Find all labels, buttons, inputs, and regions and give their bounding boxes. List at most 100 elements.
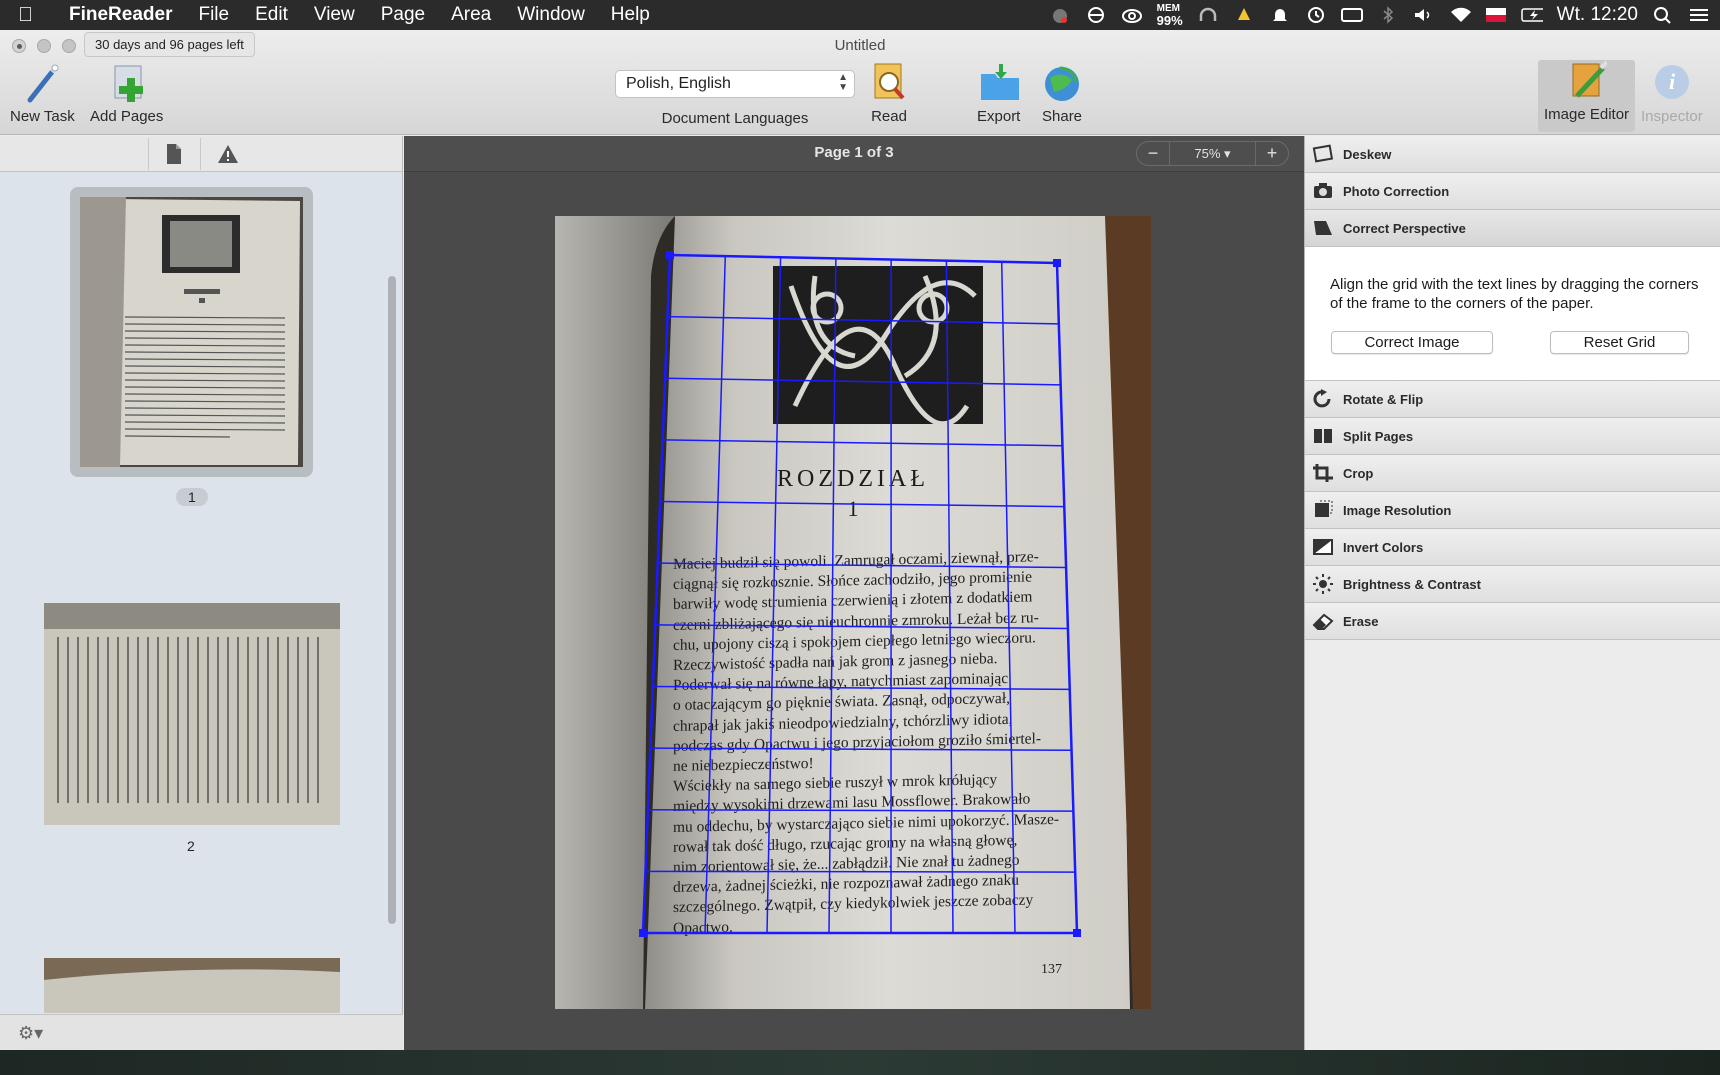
notification-bell-yellow-icon[interactable] (1233, 6, 1255, 24)
pages-panel-toolbar (0, 136, 402, 172)
battery-icon[interactable] (1520, 6, 1543, 24)
zoom-level-select[interactable]: 75% ▾ (1169, 142, 1256, 165)
new-task-button[interactable]: New Task (10, 62, 75, 125)
page-2-image (44, 603, 340, 825)
inspector-button[interactable]: i Inspector (1641, 62, 1703, 125)
menu-edit[interactable]: Edit (242, 4, 301, 26)
tool-image-resolution[interactable]: Image Resolution (1305, 492, 1720, 529)
add-pages-button[interactable]: Add Pages (90, 62, 163, 125)
tool-deskew[interactable]: Deskew (1305, 136, 1720, 173)
page-thumbnail-1[interactable] (70, 187, 313, 477)
menu-app[interactable]: FineReader (56, 4, 185, 26)
grid-line-vertical (828, 258, 837, 934)
warning-icon[interactable] (216, 142, 240, 166)
grid-corner-top-left[interactable] (666, 251, 674, 259)
share-button[interactable]: Share (1042, 62, 1082, 125)
zoom-in-button[interactable]: + (1256, 143, 1288, 164)
correct-image-button[interactable]: Correct Image (1331, 331, 1493, 354)
read-icon (869, 62, 909, 104)
divider (200, 138, 201, 170)
page-number-1: 1 (176, 488, 208, 506)
memory-label: MEM (1156, 2, 1180, 14)
page-3-image (44, 958, 340, 1013)
menu-clock[interactable]: Wt. 12:20 (1557, 4, 1638, 26)
finereader-window: 30 days and 96 pages left Untitled New T… (0, 30, 1720, 1050)
tool-split-pages-label: Split Pages (1343, 428, 1414, 444)
grid-line-horizontal (650, 747, 1072, 752)
menu-file[interactable]: File (185, 4, 242, 26)
reset-grid-button[interactable]: Reset Grid (1550, 331, 1689, 354)
bell-icon[interactable] (1269, 6, 1291, 24)
tool-correct-perspective[interactable]: Correct Perspective (1305, 210, 1720, 247)
zoom-control: − 75% ▾ + (1136, 141, 1289, 166)
grid-corner-top-right[interactable] (1053, 259, 1061, 267)
correct-perspective-options: Align the grid with the text lines by dr… (1305, 247, 1720, 381)
page-view-icon[interactable] (162, 142, 186, 166)
deskew-icon (1311, 143, 1335, 165)
menu-page[interactable]: Page (368, 4, 438, 26)
page-thumbnail-2[interactable] (44, 603, 340, 825)
tool-photo-correction[interactable]: Photo Correction (1305, 173, 1720, 210)
tool-crop[interactable]: Crop (1305, 455, 1720, 492)
read-button[interactable]: Read (869, 62, 909, 125)
apple-menu-icon[interactable]:  (18, 4, 56, 27)
tool-rotate-flip[interactable]: Rotate & Flip (1305, 381, 1720, 418)
page-thumbnail-3[interactable] (44, 958, 340, 1013)
tool-invert-colors-label: Invert Colors (1343, 539, 1424, 555)
wifi-icon[interactable] (1449, 6, 1471, 24)
grid-line-horizontal (652, 685, 1070, 691)
invert-icon (1311, 536, 1335, 558)
headphones-icon[interactable] (1197, 6, 1219, 24)
volume-icon[interactable] (1413, 6, 1435, 24)
menu-window[interactable]: Window (504, 4, 598, 26)
export-button[interactable]: Export (977, 62, 1020, 125)
spotlight-search-icon[interactable] (1652, 6, 1674, 24)
tool-brightness-contrast[interactable]: Brightness & Contrast (1305, 566, 1720, 603)
share-label: Share (1042, 108, 1083, 125)
grid-line-vertical (766, 257, 782, 934)
tool-deskew-label: Deskew (1343, 146, 1392, 162)
tool-invert-colors[interactable]: Invert Colors (1305, 529, 1720, 566)
document-image[interactable]: ROZDZIAŁ 1 Maciej budził się powoli. Zam… (555, 216, 1151, 1009)
resolution-icon (1311, 499, 1335, 521)
crop-icon (1311, 462, 1335, 484)
perspective-grid[interactable] (555, 216, 1151, 1009)
menu-bar:  FineReader File Edit View Page Area Wi… (0, 0, 1720, 30)
grid-line-horizontal (660, 500, 1065, 508)
tool-crop-label: Crop (1343, 465, 1374, 481)
gear-icon[interactable]: ⚙▾ (18, 1023, 43, 1044)
sync-icon[interactable] (1085, 6, 1107, 24)
tool-split-pages[interactable]: Split Pages (1305, 418, 1720, 455)
menu-area[interactable]: Area (438, 4, 504, 26)
grid-line-horizontal (662, 439, 1063, 447)
creative-cloud-icon[interactable] (1121, 6, 1143, 24)
tool-erase[interactable]: Erase (1305, 603, 1720, 640)
tool-brightness-contrast-label: Brightness & Contrast (1343, 576, 1481, 592)
document-languages-label: Document Languages (661, 110, 809, 127)
menu-help[interactable]: Help (598, 4, 663, 26)
export-folder-icon (979, 62, 1019, 104)
pages-panel: 1 2 ⚙▾ (0, 136, 403, 1050)
perspective-description: Align the grid with the text lines by dr… (1330, 276, 1699, 312)
zoom-out-button[interactable]: − (1137, 143, 1169, 164)
window-toolbar: 30 days and 96 pages left Untitled New T… (0, 30, 1720, 135)
status-menus: MEM 99% Wt. 12:20 (1049, 0, 1710, 30)
flag-pl-icon[interactable] (1485, 6, 1507, 24)
record-icon[interactable] (1049, 6, 1071, 24)
document-languages-select[interactable]: Polish, English ▲ ▼ (615, 70, 855, 98)
image-editor-button[interactable]: Image Editor (1538, 60, 1636, 132)
time-machine-icon[interactable] (1305, 6, 1327, 24)
memory-meter[interactable]: MEM 99% (1156, 2, 1183, 27)
pages-scrollbar[interactable] (388, 276, 396, 924)
menu-view[interactable]: View (301, 4, 368, 26)
divider (148, 138, 149, 170)
keyboard-icon[interactable] (1340, 6, 1363, 24)
page-thumbnails[interactable]: 1 2 (0, 173, 388, 1013)
grid-line-vertical (1055, 262, 1079, 934)
share-globe-icon (1042, 62, 1082, 104)
notification-center-icon[interactable] (1688, 6, 1710, 24)
bluetooth-icon[interactable] (1377, 6, 1399, 24)
grid-corner-bottom-left[interactable] (639, 929, 647, 937)
grid-corner-bottom-right[interactable] (1073, 929, 1081, 937)
magic-wand-icon (22, 62, 62, 104)
